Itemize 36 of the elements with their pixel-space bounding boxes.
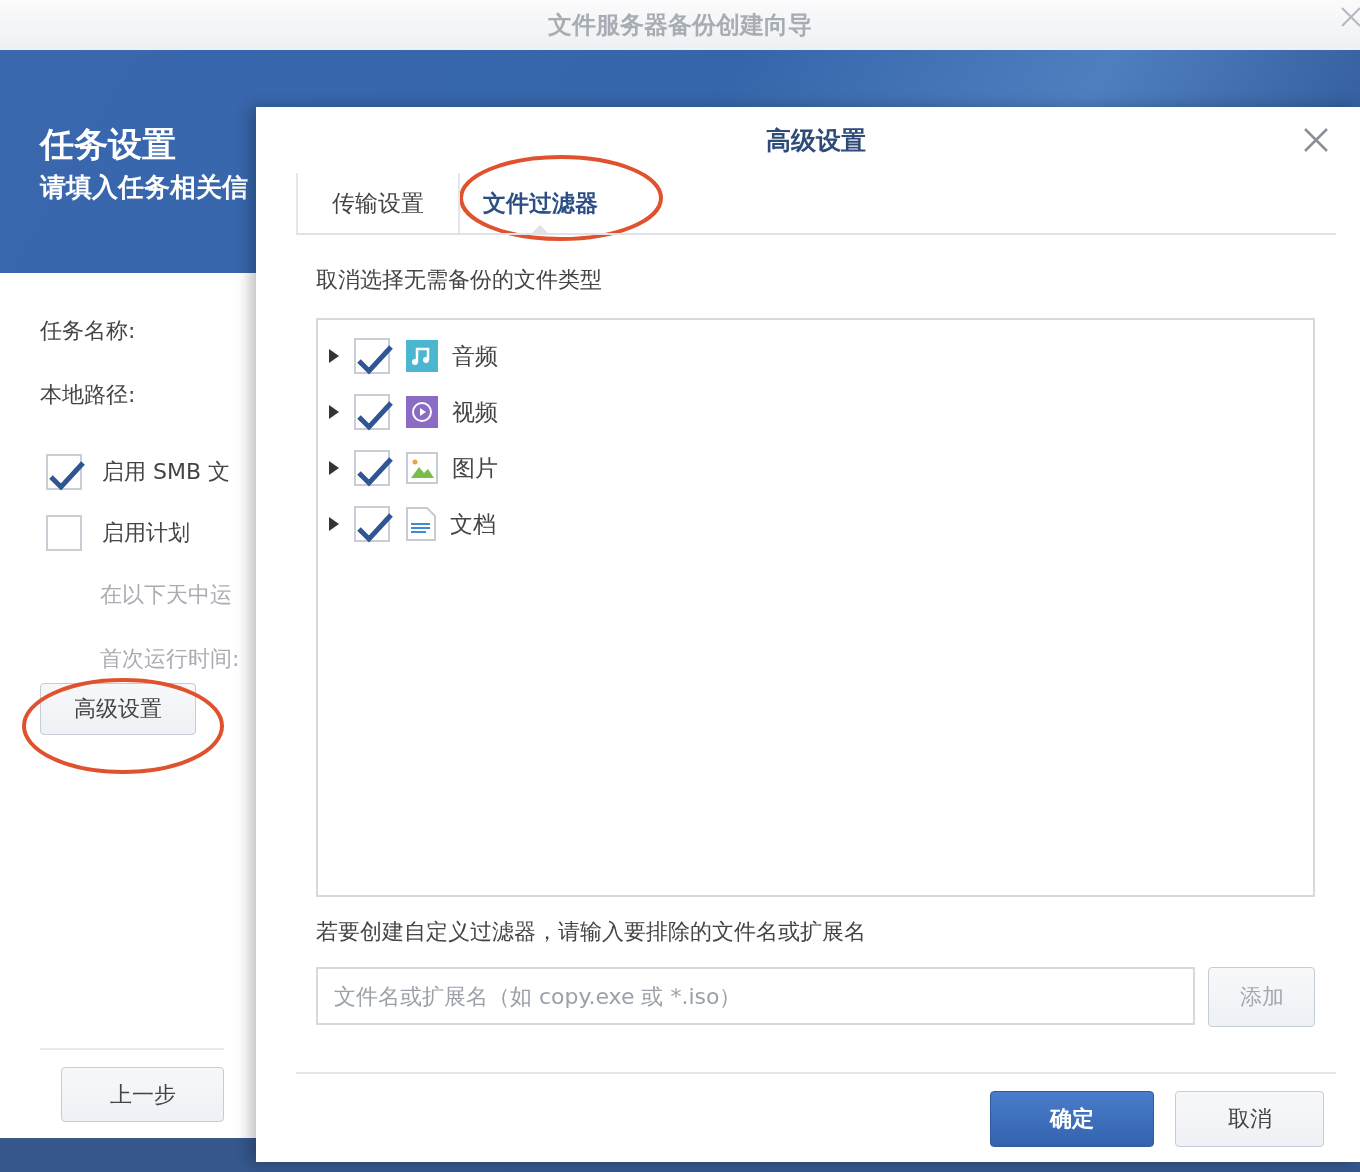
filter-input-field[interactable]: 文件名或扩展名（如 copy.exe 或 *.iso）: [316, 967, 1195, 1025]
custom-filter-hint: 若要创建自定义过滤器，请输入要排除的文件名或扩展名: [315, 918, 867, 946]
back-button[interactable]: 上一步: [61, 1067, 224, 1122]
schedule-label: 首次运行时间:: [100, 645, 240, 673]
checkbox[interactable]: [354, 450, 390, 486]
schedule-label: 在以下天中运: [100, 581, 232, 609]
close-icon[interactable]: [1304, 128, 1328, 152]
image-icon: [406, 452, 438, 484]
caret-right-icon[interactable]: [328, 405, 340, 419]
header-title: 任务设置: [40, 123, 176, 166]
window-title: 文件服务器备份创建向导: [548, 10, 812, 41]
document-icon: [406, 507, 436, 541]
dialog-title: 高级设置: [766, 124, 866, 157]
header-subtitle: 请填入任务相关信: [40, 171, 248, 204]
music-note-icon: [406, 340, 438, 372]
file-type-label: 图片: [452, 453, 498, 483]
caret-right-icon[interactable]: [328, 461, 340, 475]
checkbox[interactable]: [354, 394, 390, 430]
field-label: 本地路径:: [40, 381, 136, 409]
cancel-button[interactable]: 取消: [1175, 1091, 1324, 1147]
option-label: 启用计划: [102, 518, 190, 547]
caret-right-icon[interactable]: [328, 349, 340, 363]
file-type-label: 文档: [450, 509, 496, 539]
option-label: 启用 SMB 文: [102, 457, 231, 486]
checkbox[interactable]: [46, 514, 82, 551]
checkbox[interactable]: [354, 506, 390, 542]
advanced-settings-button[interactable]: 高级设置: [40, 683, 196, 735]
file-type-label: 视频: [452, 397, 498, 427]
filter-hint: 取消选择无需备份的文件类型: [315, 266, 603, 294]
tab[interactable]: 传输设置: [296, 173, 458, 233]
checkbox[interactable]: [354, 338, 390, 374]
field-label: 任务名称:: [40, 317, 136, 345]
confirm-button[interactable]: 确定: [990, 1091, 1154, 1147]
file-type-label: 音频: [452, 341, 498, 371]
caret-right-icon[interactable]: [328, 517, 340, 531]
checkbox[interactable]: [46, 453, 82, 490]
